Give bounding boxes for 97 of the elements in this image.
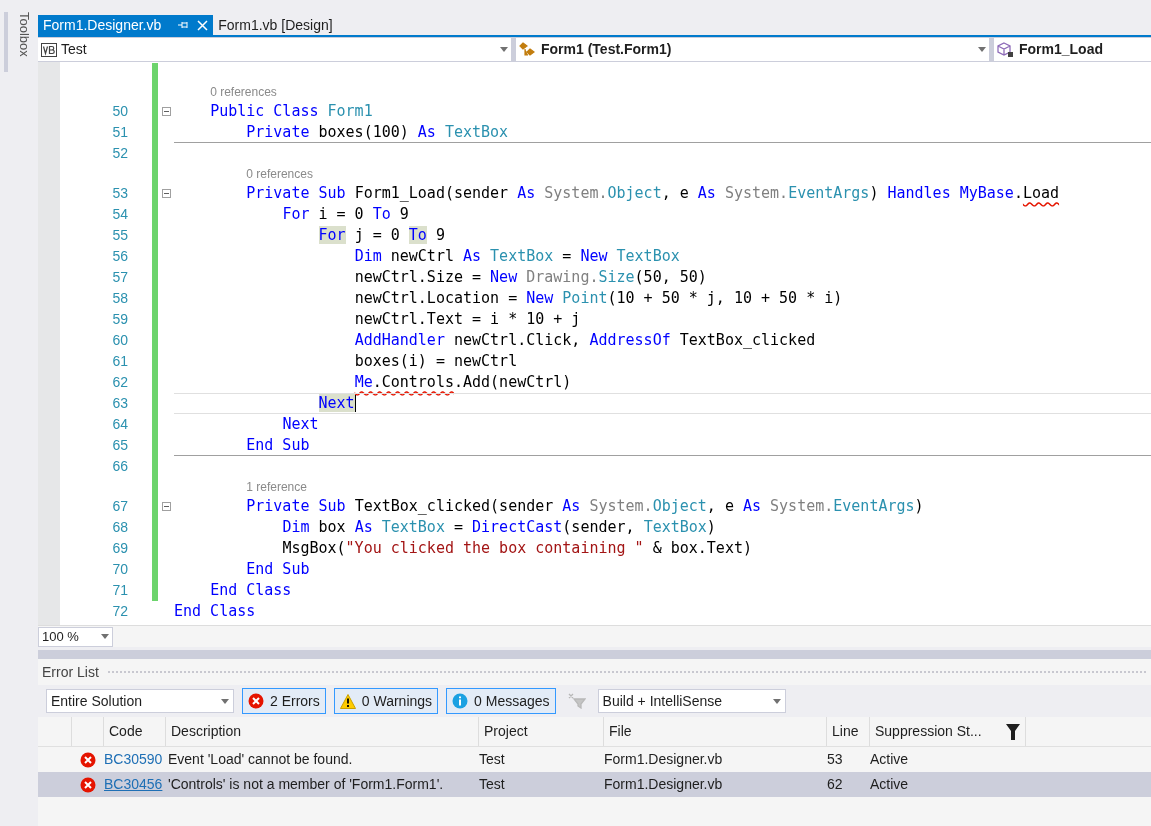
reference-count[interactable]: 1 reference <box>246 477 307 496</box>
document-tab[interactable]: Form1.Designer.vb <box>38 15 214 35</box>
code-line: MsgBox("You clicked the box containing " & box.Text) <box>281 538 752 560</box>
line-number: 57 <box>112 268 128 287</box>
column-header[interactable]: Description <box>166 717 479 746</box>
panel-title: Error List <box>42 662 99 682</box>
line-number: 70 <box>112 560 128 579</box>
column-header[interactable]: Suppression St... <box>870 717 1026 746</box>
project-name: Test <box>479 751 505 767</box>
error-description: Event 'Load' cannot be found. <box>168 751 353 767</box>
line-number: 64 <box>112 415 128 434</box>
line-number: 62 <box>112 373 128 392</box>
line-number: 61 <box>112 352 128 371</box>
error-description: 'Controls' is not a member of 'Form1.Form1'. <box>168 776 444 792</box>
scope-dropdown[interactable]: Entire Solution <box>46 689 234 713</box>
filter-toggle[interactable]: 2 Errors <box>242 688 326 714</box>
line-number: 52 <box>112 144 128 163</box>
line-number: 68 <box>112 518 128 537</box>
caret-icon <box>772 698 781 704</box>
info-icon <box>452 693 469 709</box>
code-line: AddHandler newCtrl.Click, AddressOf TextBox_clicked <box>353 330 816 352</box>
collapse-icon[interactable] <box>161 502 171 511</box>
document-tab[interactable]: Form1.vb [Design] <box>213 15 338 35</box>
collapse-icon[interactable] <box>161 107 171 116</box>
caret-icon <box>978 47 986 52</box>
navigation-dropdown[interactable]: Form1 (Test.Form1) <box>516 38 989 61</box>
column-header[interactable]: Project <box>479 717 604 746</box>
code-line: Private boxes(100) As TextBox <box>245 122 509 144</box>
reference-count[interactable]: 0 references <box>210 82 277 101</box>
line-number: 51 <box>112 123 128 142</box>
line-number: 59 <box>112 310 128 329</box>
toolbox-tab[interactable]: Toolbox <box>14 12 34 72</box>
suppression-state: Active <box>870 751 909 767</box>
close-icon[interactable] <box>197 19 209 31</box>
warning-icon <box>339 693 356 709</box>
error-icon <box>80 751 96 768</box>
collapse-icon[interactable] <box>161 189 171 198</box>
error-row[interactable]: BC30456 'Controls' is not a member of 'Form1.Form1'. Test Form1.Designer.vb 62 Active <box>38 772 1151 797</box>
code-line: newCtrl.Location = New Point(10 + 50 * j, 10 + 50 * i) <box>353 288 843 310</box>
line-number: 72 <box>112 602 128 621</box>
zoom-dropdown[interactable]: 100 % <box>38 626 113 647</box>
code-line: boxes(i) = newCtrl <box>353 351 518 373</box>
line-number: 55 <box>112 226 128 245</box>
code-line: Next <box>281 414 319 436</box>
text-cursor <box>354 395 356 412</box>
column-header[interactable]: File <box>604 717 827 746</box>
line-number: 53 <box>112 184 128 203</box>
caret-icon <box>500 47 508 52</box>
line-number: 67 <box>112 497 128 516</box>
navigation-dropdown[interactable]: Test <box>38 38 511 61</box>
filter-icon[interactable] <box>1006 723 1020 740</box>
line-number: 66 <box>112 457 128 476</box>
pin-icon[interactable] <box>177 19 190 31</box>
code-line: newCtrl.Text = i * 10 + j <box>353 309 581 331</box>
line-number: 69 <box>112 539 128 558</box>
code-line: Private Sub TextBox_clicked(sender As System.Object, e As System.EventArgs) <box>245 496 924 518</box>
filter-toggle[interactable]: 0 Messages <box>446 688 556 714</box>
error-code-link[interactable]: BC30590 <box>104 751 163 767</box>
line-number: 53 <box>827 751 843 767</box>
project-name: Test <box>479 776 505 792</box>
code-line: For j = 0 To 9 <box>317 225 445 247</box>
line-number: 54 <box>112 205 128 224</box>
vb-file-icon <box>41 42 57 57</box>
file-name: Form1.Designer.vb <box>604 751 723 767</box>
navigation-dropdown[interactable]: Form1_Load <box>994 38 1151 61</box>
suppression-state: Active <box>870 776 909 792</box>
line-number: 56 <box>112 247 128 266</box>
code-line: For i = 0 To 9 <box>281 204 409 226</box>
line-number: 50 <box>112 102 128 121</box>
source-dropdown[interactable]: Build + IntelliSense <box>597 689 786 713</box>
code-line: End Sub <box>245 435 310 457</box>
caret-icon <box>221 698 229 704</box>
code-line: newCtrl.Size = New Drawing.Size(50, 50) <box>353 267 707 289</box>
code-line: End Class <box>174 601 256 623</box>
file-name: Form1.Designer.vb <box>604 776 723 792</box>
caret-icon <box>101 634 109 639</box>
column-header[interactable]: Code <box>104 717 166 746</box>
line-number: 58 <box>112 289 128 308</box>
filter-toggle[interactable]: 0 Warnings <box>333 688 439 714</box>
code-line: Private Sub Form1_Load(sender As System.Object, e As System.EventArgs) Handles MyBase.Load <box>245 183 1060 205</box>
line-number: 71 <box>112 581 128 600</box>
line-number: 62 <box>827 776 843 792</box>
code-line: End Sub <box>245 559 310 581</box>
class-icon <box>519 41 537 58</box>
line-number: 63 <box>112 394 128 413</box>
line-number: 65 <box>112 436 128 455</box>
error-icon <box>80 776 96 793</box>
line-number: 60 <box>112 331 128 350</box>
code-line: Public Class Form1 <box>209 101 373 123</box>
reference-count[interactable]: 0 references <box>246 164 313 183</box>
code-line: End Class <box>209 580 292 602</box>
code-line: Me.Controls.Add(newCtrl) <box>353 372 572 394</box>
cube-icon <box>997 41 1015 58</box>
column-header[interactable]: Line <box>827 717 870 746</box>
code-line: Dim newCtrl As TextBox = New TextBox <box>353 246 680 268</box>
error-icon <box>248 693 264 709</box>
code-line: Dim box As TextBox = DirectCast(sender, TextBox) <box>281 517 716 539</box>
